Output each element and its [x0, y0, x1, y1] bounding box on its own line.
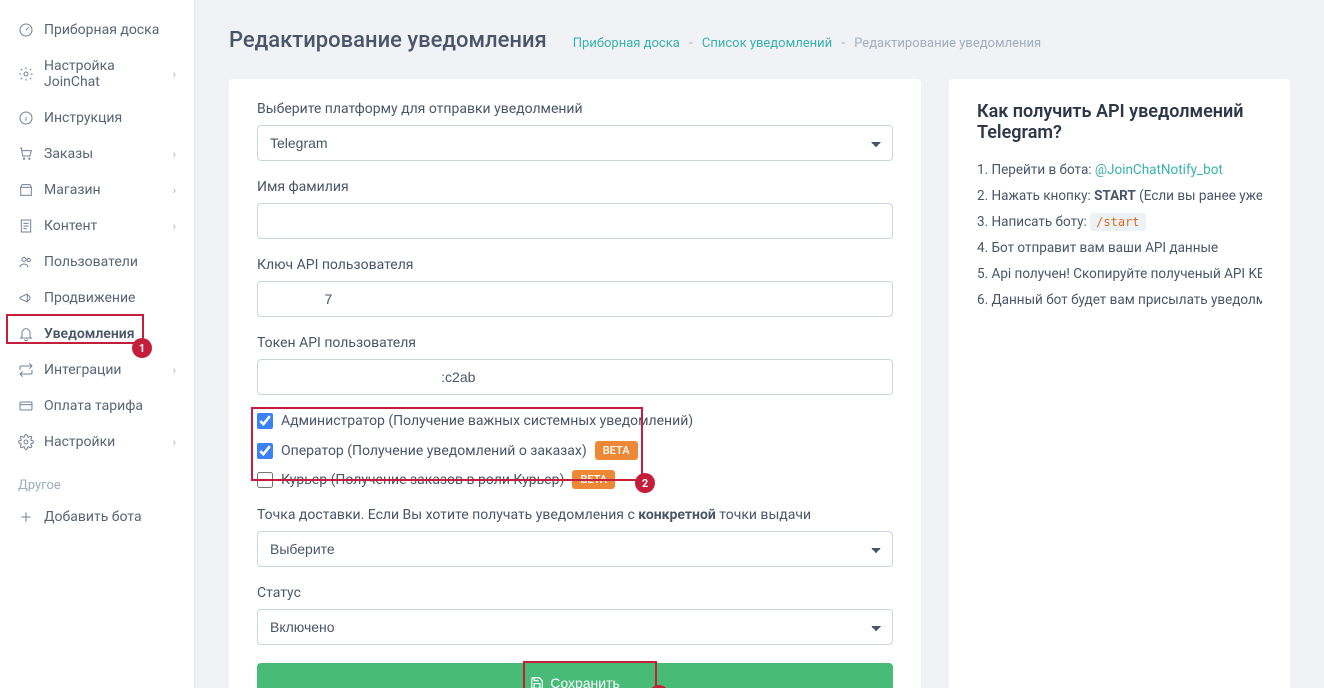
sidebar-item-add-bot[interactable]: Добавить бота [0, 499, 194, 535]
sidebar: Приборная доска Настройка JoinChat › Инс… [0, 0, 195, 688]
admin-checkbox-label[interactable]: Администратор (Получение важных системны… [281, 413, 693, 429]
apikey-label: Ключ API пользователя [257, 257, 893, 273]
name-label: Имя фамилия [257, 179, 893, 195]
gear-icon [18, 66, 34, 82]
operator-checkbox-label[interactable]: Оператор (Получение уведомлений о заказа… [281, 443, 587, 459]
breadcrumb-link[interactable]: Список уведомлений [702, 36, 832, 51]
breadcrumb-link[interactable]: Приборная доска [573, 36, 680, 51]
annotation-badge-2: 2 [635, 473, 655, 493]
annotation-badge-1: 1 [132, 338, 152, 358]
sidebar-item-payment[interactable]: Оплата тарифа [0, 388, 194, 424]
help-card: Как получить API уведолмений Telegram? П… [949, 79, 1290, 688]
pickup-select[interactable]: Выберите [257, 531, 893, 567]
code-chip: /start [1090, 213, 1145, 231]
chevron-right-icon: › [173, 436, 176, 449]
name-input[interactable] [257, 203, 893, 239]
apikey-input[interactable] [257, 281, 893, 317]
platform-label: Выберите платформу для отправки уведолме… [257, 101, 893, 117]
help-step: Api получен! Скопируйте полученый API KE… [977, 261, 1262, 287]
main-content: Редактирование уведомления Приборная дос… [195, 0, 1324, 688]
token-label: Токен API пользователя [257, 335, 893, 351]
courier-checkbox[interactable] [257, 472, 273, 488]
bell-icon [18, 326, 34, 342]
users-icon [18, 254, 34, 270]
sidebar-item-joinchat-settings[interactable]: Настройка JoinChat › [0, 48, 194, 100]
sidebar-label: Уведомления [44, 326, 135, 342]
sidebar-item-settings[interactable]: Настройки › [0, 424, 194, 460]
sidebar-item-dashboard[interactable]: Приборная доска [0, 12, 194, 48]
sidebar-item-instruction[interactable]: Инструкция [0, 100, 194, 136]
courier-checkbox-label[interactable]: Курьер (Получение заказов в роли Курьер) [281, 472, 564, 488]
sidebar-label: Настройка JoinChat [44, 58, 173, 90]
sidebar-item-orders[interactable]: Заказы › [0, 136, 194, 172]
save-button[interactable]: Сохранить [257, 663, 893, 688]
plus-icon [18, 509, 34, 525]
document-icon [18, 218, 34, 234]
sidebar-item-content[interactable]: Контент › [0, 208, 194, 244]
cart-icon [18, 146, 34, 162]
sidebar-label: Магазин [44, 182, 101, 198]
store-icon [18, 182, 34, 198]
save-icon [530, 676, 544, 688]
chevron-right-icon: › [173, 68, 176, 81]
sidebar-item-integrations[interactable]: Интеграции › [0, 352, 194, 388]
cog-icon [18, 434, 34, 450]
card-icon [18, 398, 34, 414]
help-step: Написать боту: /start [977, 209, 1262, 235]
breadcrumb-current: Редактирование уведомления [854, 36, 1041, 51]
operator-checkbox[interactable] [257, 443, 273, 459]
status-select[interactable]: Включено [257, 609, 893, 645]
info-icon [18, 110, 34, 126]
sidebar-label: Пользователи [44, 254, 138, 270]
beta-badge: BETA [595, 441, 638, 460]
sidebar-label: Интеграции [44, 362, 122, 378]
status-label: Статус [257, 585, 893, 601]
form-card: Выберите платформу для отправки уведолме… [229, 79, 921, 688]
sidebar-label: Продвижение [44, 290, 135, 306]
help-title: Как получить API уведолмений Telegram? [977, 101, 1262, 143]
megaphone-icon [18, 290, 34, 306]
token-input[interactable] [257, 359, 893, 395]
sidebar-label: Инструкция [44, 110, 122, 126]
sidebar-item-notifications[interactable]: Уведомления [0, 316, 194, 352]
admin-checkbox[interactable] [257, 413, 273, 429]
beta-badge: BETA [572, 470, 615, 489]
bot-link[interactable]: @JoinChatNotify_bot [1095, 162, 1223, 178]
sidebar-label: Оплата тарифа [44, 398, 143, 414]
help-step: Бот отправит вам ваши API данные [977, 235, 1262, 261]
sidebar-label: Приборная доска [44, 22, 159, 38]
gauge-icon [18, 22, 34, 38]
sidebar-section-other: Другое [0, 460, 194, 499]
save-button-label: Сохранить [550, 675, 620, 688]
chevron-right-icon: › [173, 364, 176, 377]
sidebar-label: Добавить бота [44, 509, 142, 525]
sidebar-label: Контент [44, 218, 97, 234]
platform-select[interactable]: Telegram [257, 125, 893, 161]
sidebar-item-promotion[interactable]: Продвижение [0, 280, 194, 316]
sidebar-item-store[interactable]: Магазин › [0, 172, 194, 208]
repeat-icon [18, 362, 34, 378]
help-step: Нажать кнопку: START (Если вы ранее уже … [977, 183, 1262, 209]
chevron-right-icon: › [173, 184, 176, 197]
page-title: Редактирование уведомления [229, 28, 547, 53]
sidebar-label: Настройки [44, 434, 115, 450]
help-step: Данный бот будет вам присылать уведолмен… [977, 287, 1262, 313]
chevron-right-icon: › [173, 220, 176, 233]
sidebar-item-users[interactable]: Пользователи [0, 244, 194, 280]
breadcrumb: Приборная доска - Список уведомлений - Р… [573, 36, 1041, 51]
chevron-right-icon: › [173, 148, 176, 161]
sidebar-label: Заказы [44, 146, 93, 162]
pickup-label: Точка доставки. Если Вы хотите получать … [257, 507, 893, 523]
help-step: Перейти в бота: @JoinChatNotify_bot [977, 157, 1262, 183]
